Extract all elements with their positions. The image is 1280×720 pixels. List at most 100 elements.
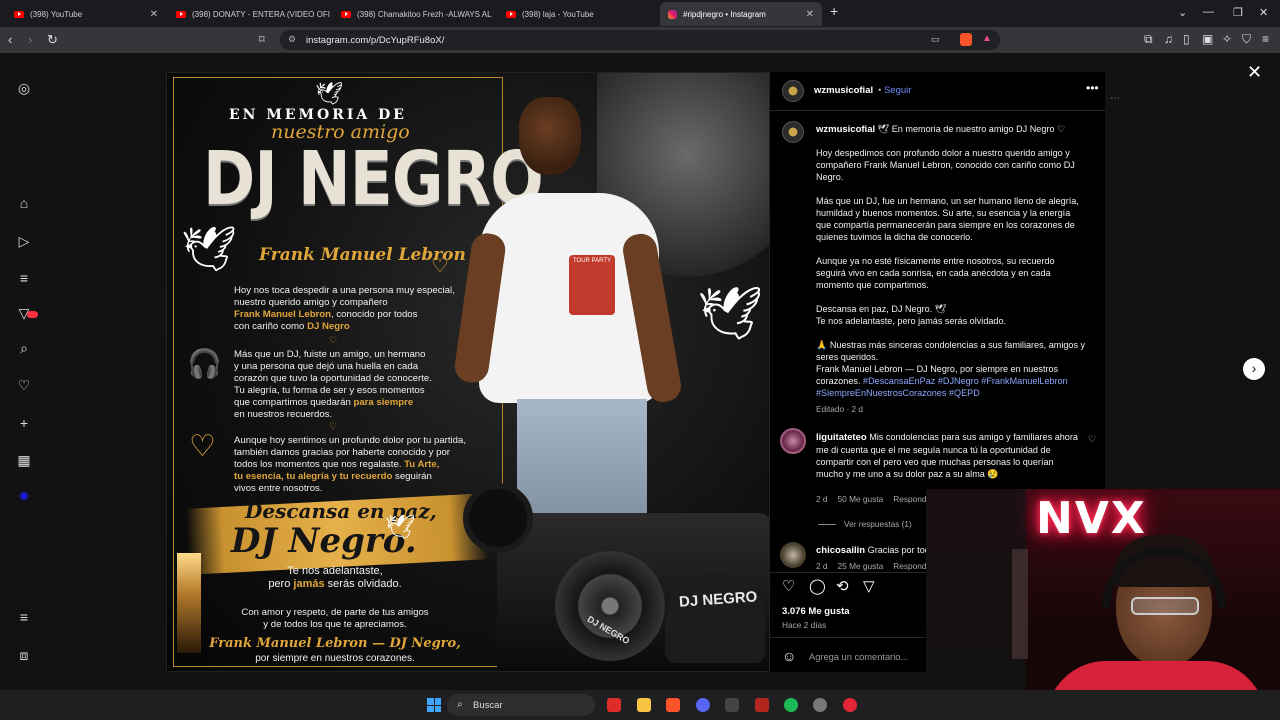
capcut-icon[interactable] <box>725 698 739 712</box>
poster-highlight: para siempre <box>353 397 414 408</box>
start-icon[interactable] <box>427 698 441 712</box>
poster-paragraph-3: Aunque hoy sentimos un profundo dolor po… <box>234 435 504 495</box>
repost-icon[interactable]: ⟲ <box>836 579 852 595</box>
share-icon[interactable]: ▽ <box>863 579 879 595</box>
music-icon[interactable]: ♫ <box>1164 32 1173 46</box>
comment-2-meta: 2 d 25 Me gusta Responder <box>816 561 934 571</box>
tab-youtube-4[interactable]: (398) laja - YouTube <box>498 3 658 25</box>
caption-line: Nuestras más sinceras condolencias a sus… <box>816 340 1086 362</box>
youtube-icon <box>14 10 24 18</box>
follow-label: Seguir <box>883 85 912 96</box>
commenter-avatar[interactable] <box>780 428 806 454</box>
poster-line: que compartimos quedarán <box>234 397 351 408</box>
close-tab-icon[interactable]: ✕ <box>806 9 814 20</box>
heart-icon: ♡ <box>431 255 449 277</box>
comment-username[interactable]: chicosailin <box>816 545 865 556</box>
cast-icon[interactable]: ▭ <box>931 34 940 45</box>
amor-text: Con amor y respeto, de parte de tus amig… <box>167 607 503 631</box>
heart-icon: ♡ <box>1057 124 1066 134</box>
also-from-meta-icon[interactable]: ⧈ <box>16 647 32 663</box>
follow-button[interactable]: • Seguir <box>878 85 911 96</box>
windows-taskbar: ⌕ Buscar <box>0 690 1280 720</box>
file-explorer-icon[interactable] <box>637 698 651 712</box>
like-icon[interactable]: ♡ <box>782 579 798 595</box>
commenter-avatar[interactable] <box>780 542 806 568</box>
youtube-icon <box>176 10 186 18</box>
instagram-logo-icon[interactable]: ◎ <box>16 80 32 96</box>
tab-youtube-3[interactable]: (398) Chamakitoo Frezh -ALWAYS AL <box>333 3 495 25</box>
tab-youtube-1[interactable]: (398) YouTube ✕ <box>6 3 166 25</box>
comment-icon[interactable]: ◯ <box>809 579 826 595</box>
reload-icon[interactable]: ↻ <box>47 33 58 47</box>
search-icon[interactable]: ⌕ <box>16 340 32 356</box>
brave-icon[interactable] <box>666 698 680 712</box>
close-post-icon[interactable]: ✕ <box>1247 62 1262 83</box>
bookmark-icon[interactable]: ⌑ <box>259 33 265 47</box>
likes-count[interactable]: 3.076 Me gusta <box>782 606 850 617</box>
dove-icon: 🕊 <box>697 285 764 343</box>
more-menu-icon[interactable]: ≡ <box>16 609 32 625</box>
comment-likes[interactable]: 50 Me gusta <box>838 494 884 504</box>
brave-shield-icon[interactable] <box>960 33 972 46</box>
poster-line: todos los momentos que nos regalaste. <box>234 459 402 470</box>
new-tab-icon[interactable]: + <box>830 3 838 19</box>
reels-icon[interactable]: ▷ <box>16 233 32 249</box>
tab-instagram[interactable]: #ripdjnegro • Instagram ✕ <box>660 2 822 26</box>
messages-icon[interactable]: ≡ <box>16 270 32 286</box>
next-post-button[interactable]: › <box>1243 358 1265 380</box>
forward-icon[interactable]: › <box>28 33 32 47</box>
comment-likes[interactable]: 25 Me gusta <box>838 561 884 571</box>
comment-like-icon[interactable]: ♡ <box>1088 434 1096 445</box>
dashboard-icon[interactable]: ▦ <box>16 452 32 468</box>
leo-icon[interactable]: ✧ <box>1222 32 1232 46</box>
window-close-icon[interactable]: ✕ <box>1259 6 1268 19</box>
back-icon[interactable]: ‹ <box>8 33 12 47</box>
maximize-icon[interactable]: ❐ <box>1233 6 1243 19</box>
author-username[interactable]: wzmusicofial <box>814 85 873 96</box>
comment-username[interactable]: liguitateteo <box>816 432 867 443</box>
youtube-app-icon[interactable] <box>607 698 621 712</box>
spotify-icon[interactable] <box>784 698 798 712</box>
wallet-icon[interactable]: ▣ <box>1202 32 1213 46</box>
menu-icon[interactable]: ≡ <box>1262 32 1269 46</box>
chevron-down-icon[interactable]: ⌄ <box>1178 6 1187 19</box>
close-icon[interactable]: ✕ <box>150 9 158 20</box>
dove-icon: 🕊 <box>877 124 890 134</box>
app-icon[interactable] <box>755 698 769 712</box>
post-image[interactable]: 🕊 EN MEMORIA DE nuestro amigo DJ NEGRO F… <box>166 72 770 672</box>
add-comment-input[interactable]: Agrega un comentario... <box>809 652 908 662</box>
more-options-icon[interactable]: ••• <box>1086 81 1099 95</box>
poster-line: Tu alegría, tu forma de ser y esos momen… <box>234 385 425 396</box>
site-info-icon[interactable]: ⚙ <box>288 34 296 45</box>
author-avatar[interactable] <box>782 80 804 102</box>
minimize-icon[interactable]: — <box>1203 6 1214 18</box>
opera-icon[interactable] <box>843 698 857 712</box>
address-bar[interactable]: ⚙ instagram.com/p/DcYupRFu8oX/ ▭ ▲ <box>280 30 1000 50</box>
dj-negro-title: DJ NEGRO <box>203 136 544 222</box>
poster-line: Aunque hoy sentimos un profundo dolor po… <box>234 435 467 446</box>
taskbar-search[interactable]: ⌕ Buscar <box>447 694 595 716</box>
steam-icon[interactable] <box>813 698 827 712</box>
heart-icon[interactable]: ♡ <box>16 377 32 393</box>
dove-icon: 🕊 <box>315 81 343 106</box>
caption-username[interactable]: wzmusicofial <box>816 124 875 135</box>
discord-icon[interactable] <box>696 698 710 712</box>
home-icon[interactable]: ⌂ <box>16 195 32 211</box>
create-icon[interactable]: + <box>16 415 32 431</box>
caption-avatar[interactable] <box>782 121 804 143</box>
tab-youtube-2[interactable]: (398) DONATY - ENTERA (VIDEO OFI <box>168 3 330 25</box>
emoji-icon[interactable]: ☺ <box>782 648 796 664</box>
sidebar-icon[interactable]: ▯ <box>1183 32 1190 46</box>
extensions-icon[interactable]: ⧉ <box>1144 32 1153 47</box>
vpn-icon[interactable]: ⛉ <box>1242 32 1251 47</box>
view-replies-button[interactable]: Ver respuestas (1) <box>818 519 912 529</box>
profile-avatar[interactable] <box>20 492 28 500</box>
rewards-icon[interactable]: ▲ <box>982 33 992 44</box>
tab-label: (398) Chamakitoo Frezh -ALWAYS AL <box>357 9 492 19</box>
posted-time: Hace 2 días <box>782 620 827 630</box>
comment-2: chicosailin Gracias por tod <box>816 545 930 556</box>
mic-stand <box>1012 549 1028 659</box>
poster-line: serás olvidado. <box>327 578 402 590</box>
search-icon: ⌕ <box>457 699 463 710</box>
more-icon[interactable]: ⋯ <box>1110 93 1120 104</box>
